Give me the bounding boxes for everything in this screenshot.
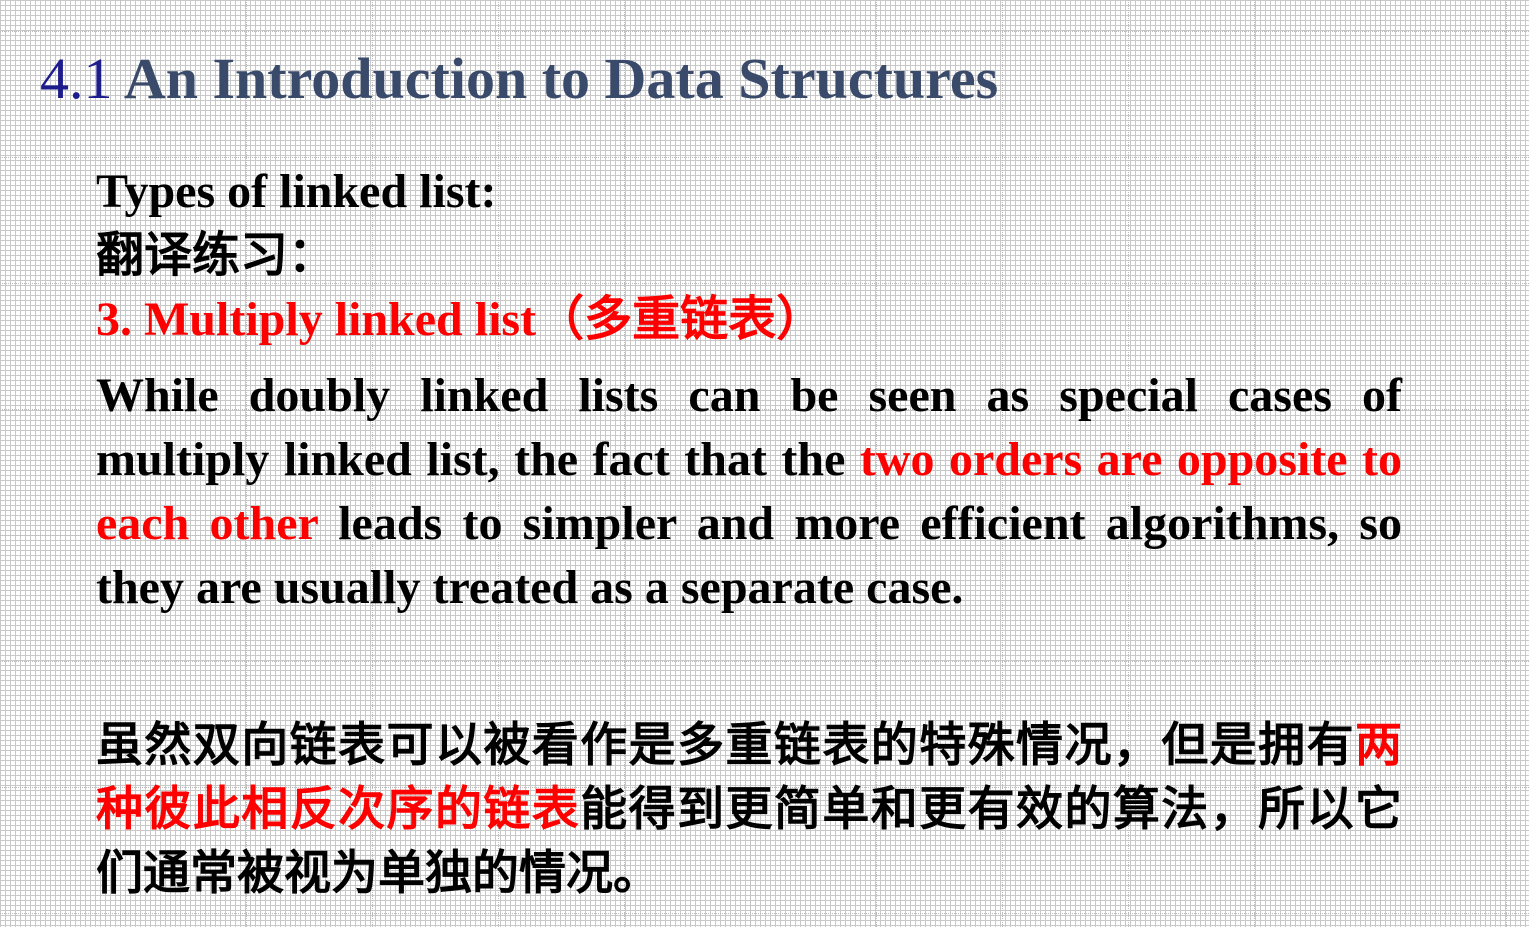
slide-title: 4.1 An Introduction to Data Structures bbox=[40, 40, 998, 118]
slide-title-text: An Introduction to Data Structures bbox=[123, 46, 999, 111]
grid-line bbox=[0, 157, 1529, 158]
slide-content: Types of linked list: 翻译练习： 3. Multiply … bbox=[96, 160, 1402, 906]
item-heading: 3. Multiply linked list（多重链表） bbox=[96, 293, 825, 346]
chinese-text-part: 虽然双向链表可以被看作是多重链表的特殊情况，但是拥有 bbox=[96, 718, 1355, 773]
english-paragraph: While doubly linked lists can be seen as… bbox=[96, 364, 1402, 620]
chinese-paragraph: 虽然双向链表可以被看作是多重链表的特殊情况，但是拥有两种彼此相反次序的链表能得到… bbox=[96, 714, 1402, 906]
grid-line bbox=[0, 31, 1529, 32]
grid-line bbox=[1506, 0, 1507, 927]
grid-line bbox=[0, 913, 1529, 914]
exercise-heading: 翻译练习： bbox=[96, 229, 337, 282]
slide-title-number: 4.1 bbox=[40, 46, 113, 111]
types-heading: Types of linked list: bbox=[96, 165, 497, 218]
